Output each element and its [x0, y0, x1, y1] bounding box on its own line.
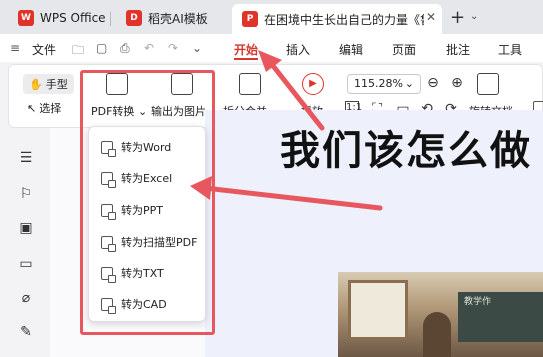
tab-bar: W WPS Office D 稻壳AI模板 P 在困境中生长出自己的力量《鲁 ✕… [0, 0, 543, 34]
zoom-in-icon[interactable]: ⊕ [449, 75, 465, 91]
file-convert-icon [101, 171, 116, 188]
rotate-document-icon [477, 73, 499, 95]
new-tab-button[interactable]: + [450, 7, 465, 28]
convert-to-txt[interactable]: 转为TXT [101, 265, 164, 283]
open-folder-icon[interactable]: 🗀 [72, 41, 84, 62]
file-menu[interactable]: 文件 [32, 41, 56, 58]
cursor-icon: ↖ [27, 101, 37, 115]
tab-list-chevron-icon[interactable]: ⌄ [470, 11, 478, 22]
comment-icon[interactable]: ▭ [18, 256, 34, 272]
hand-tool-button[interactable]: ✋ 手型 [23, 74, 74, 94]
menu-item-label: 转为扫描型PDF [121, 236, 198, 249]
tab-divider [110, 12, 111, 26]
menu-edit[interactable]: 编辑 [339, 41, 363, 58]
zoom-out-icon[interactable]: ⊖ [425, 75, 441, 91]
tab-label: 稻壳AI模板 [148, 11, 208, 26]
menu-item-label: 转为Word [121, 141, 172, 154]
signature-icon[interactable]: ✎ [18, 324, 34, 340]
tab-label: 在困境中生长出自己的力量《鲁 [264, 12, 424, 27]
attachment-icon[interactable]: ⌀ [18, 290, 34, 306]
menu-item-label: 转为TXT [121, 267, 164, 280]
tab-docer-ai[interactable]: D 稻壳AI模板 [116, 5, 208, 31]
left-sidebar: ☰ ⚐ ▣ ▭ ⌀ ✎ [0, 128, 50, 357]
menu-item-label: 转为Excel [121, 172, 173, 185]
file-convert-icon [101, 266, 116, 283]
document-photo: 教学作 [338, 272, 543, 357]
pdf-convert-dropdown: 转为Word 转为Excel 转为PPT 转为扫描型PDF 转为TXT 转为CA… [88, 126, 206, 322]
redo-icon[interactable]: ↷ [168, 41, 178, 55]
bookmark-icon[interactable]: ⚐ [18, 186, 34, 202]
outline-icon[interactable]: ☰ [18, 150, 34, 166]
play-icon: ▶ [302, 73, 324, 95]
menu-bar: ≡ 文件 🗀 ▢ ⎙ ↶ ↷ ⌄ 开始 插入 编辑 页面 批注 工具 [0, 34, 543, 62]
menu-page[interactable]: 页面 [392, 41, 416, 58]
tab-wps-office[interactable]: W WPS Office [8, 5, 106, 31]
close-tab-icon[interactable]: ✕ [426, 11, 436, 23]
pdf-icon: P [242, 11, 258, 27]
menu-comment[interactable]: 批注 [446, 41, 470, 58]
convert-to-cad[interactable]: 转为CAD [101, 296, 167, 314]
photo-blackboard: 教学作 [458, 292, 543, 342]
document-heading: 我们该怎么做 [280, 127, 532, 174]
print-icon[interactable]: ⎙ [120, 41, 130, 56]
select-label: 选择 [39, 102, 62, 115]
hamburger-icon[interactable]: ≡ [10, 41, 20, 55]
select-tool-button[interactable]: ↖ 选择 [27, 100, 61, 116]
menu-insert[interactable]: 插入 [286, 41, 310, 58]
active-menu-underline [234, 58, 258, 60]
tab-label: WPS Office [40, 11, 106, 25]
photo-window [348, 280, 408, 340]
zoom-value: 115.28% [354, 77, 403, 90]
docer-icon: D [126, 10, 142, 26]
convert-to-word[interactable]: 转为Word [101, 139, 172, 157]
menu-tools[interactable]: 工具 [498, 41, 522, 58]
zoom-select[interactable]: 115.28% ⌄ [347, 74, 421, 94]
split-merge-icon [239, 73, 261, 95]
menu-item-label: 转为CAD [121, 298, 167, 311]
file-convert-icon [101, 203, 116, 220]
hand-label: 手型 [45, 78, 68, 91]
wps-logo-icon: W [18, 10, 34, 26]
photo-person [423, 312, 451, 357]
hand-icon: ✋ [29, 77, 43, 91]
menu-item-label: 转为PPT [121, 204, 163, 217]
more-chevron-icon[interactable]: ⌄ [192, 41, 202, 55]
file-convert-icon [101, 297, 116, 314]
file-convert-icon [101, 140, 116, 157]
tab-pdf-document[interactable]: P 在困境中生长出自己的力量《鲁 [232, 4, 442, 34]
convert-to-scanned-pdf[interactable]: 转为扫描型PDF [101, 234, 198, 252]
image-convert-icon [101, 235, 116, 252]
save-icon[interactable]: ▢ [96, 41, 107, 55]
menu-home[interactable]: 开始 [234, 41, 258, 58]
convert-to-excel[interactable]: 转为Excel [101, 170, 173, 188]
chevron-down-icon: ⌄ [404, 77, 414, 90]
thumbnail-icon[interactable]: ▣ [18, 220, 34, 236]
undo-icon[interactable]: ↶ [144, 41, 154, 55]
convert-to-ppt[interactable]: 转为PPT [101, 202, 163, 220]
